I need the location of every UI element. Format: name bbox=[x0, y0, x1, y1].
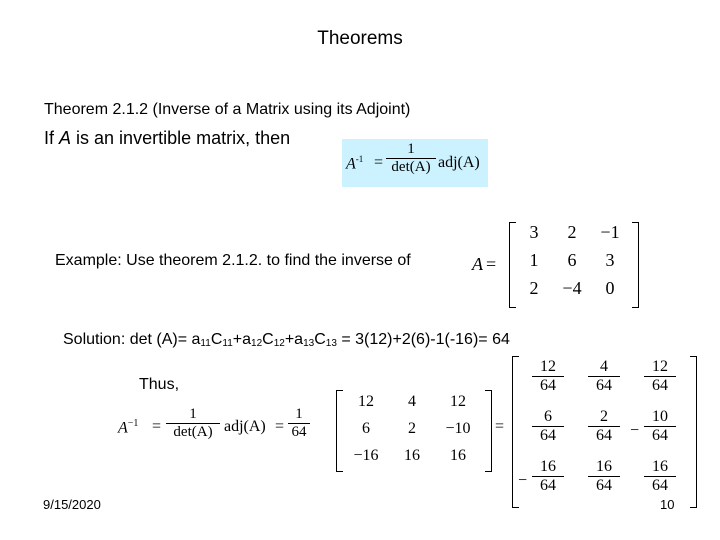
inverse-fraction-2: 1 64 bbox=[288, 406, 310, 441]
fraction: 6 64 bbox=[532, 408, 564, 445]
term-3: a13C13 bbox=[294, 331, 337, 349]
fraction: 16 64 bbox=[644, 458, 676, 495]
sign: − bbox=[630, 422, 640, 439]
matrix-cell: 6 bbox=[362, 420, 370, 437]
term-1: a11C11 bbox=[191, 331, 233, 349]
formula-lhs: A-1 bbox=[346, 154, 364, 173]
numerator: 10 bbox=[652, 408, 668, 425]
solution-prefix: Solution: det (A)= bbox=[63, 331, 192, 348]
numerator: 6 bbox=[544, 408, 552, 425]
inverse-lhs: A−1 bbox=[118, 418, 139, 437]
denominator: 64 bbox=[652, 377, 668, 394]
term-2: a12C12 bbox=[242, 331, 285, 349]
sign: − bbox=[518, 472, 528, 489]
formula-fraction: 1 det(A) bbox=[386, 141, 436, 176]
solution-suffix: = 3(12)+2(6)-1(-16)= 64 bbox=[336, 331, 510, 348]
numerator: 1 bbox=[189, 406, 197, 422]
denominator: det(A) bbox=[173, 424, 213, 440]
numerator: 12 bbox=[540, 358, 556, 375]
fraction: 2 64 bbox=[588, 408, 620, 445]
matrix-cell: 2 bbox=[567, 222, 577, 242]
inverse-adj: adj(A) bbox=[224, 418, 266, 435]
matrix-cell: 3 bbox=[605, 250, 615, 270]
statement-suffix: is an invertible matrix, then bbox=[71, 128, 291, 148]
left-bracket bbox=[336, 390, 343, 472]
matrix-cell: −1 bbox=[600, 222, 620, 242]
fraction: 12 64 bbox=[644, 358, 676, 395]
denominator: 64 bbox=[596, 427, 612, 444]
theorem-heading: Theorem 2.1.2 (Inverse of a Matrix using… bbox=[44, 101, 411, 118]
result-matrix: 12 64 4 64 12 64 6 64 2 64−10 64−16 64 16 64 16 64 bbox=[512, 354, 702, 508]
numerator: 16 bbox=[596, 458, 612, 475]
numerator: 1 bbox=[295, 406, 303, 422]
numerator: 12 bbox=[652, 358, 668, 375]
fraction: 12 64 bbox=[532, 358, 564, 395]
matrix-cell: −4 bbox=[562, 278, 582, 298]
matrix-cell: 2 bbox=[529, 278, 539, 298]
formula-denominator: det(A) bbox=[391, 159, 431, 175]
numerator: 2 bbox=[600, 408, 608, 425]
matrix-cell: 16 bbox=[450, 447, 466, 464]
solution-text: Solution: det (A)= a11C11+a12C12+a13C13 … bbox=[63, 331, 510, 349]
right-bracket bbox=[632, 222, 639, 308]
denominator: 64 bbox=[596, 477, 612, 494]
matrix-cell: 12 bbox=[450, 393, 466, 410]
denominator: 64 bbox=[540, 477, 556, 494]
numerator: 16 bbox=[652, 458, 668, 475]
matrix-cell: −16 bbox=[353, 447, 379, 464]
fraction: 4 64 bbox=[588, 358, 620, 395]
matrix-cell: 3 bbox=[529, 222, 539, 242]
date-label: 9/15/2020 bbox=[43, 497, 101, 512]
theorem-statement: If A is an invertible matrix, then bbox=[44, 128, 290, 149]
matrix-cell: 1 bbox=[529, 250, 539, 270]
right-bracket bbox=[485, 390, 492, 472]
inverse-equals-1: = bbox=[152, 418, 162, 435]
matrix-cell: 4 bbox=[408, 393, 416, 410]
matrix-cell: 6 bbox=[567, 250, 577, 270]
left-bracket bbox=[509, 222, 516, 308]
inverse-formula: A−1 = 1 det(A) adj(A) = 1 64 12 4 12 6 2 −10 −… bbox=[118, 388, 508, 472]
denominator: 64 bbox=[540, 427, 556, 444]
denominator: 64 bbox=[596, 377, 612, 394]
formula-numerator: 1 bbox=[407, 141, 415, 157]
inverse-fraction-1: 1 det(A) bbox=[166, 406, 220, 441]
fraction: 16 64 bbox=[532, 458, 564, 495]
denominator: 64 bbox=[652, 477, 668, 494]
fraction: 16 64 bbox=[588, 458, 620, 495]
matrix-a-equals: = bbox=[486, 254, 497, 274]
example-text: Example: Use theorem 2.1.2. to find the … bbox=[55, 252, 411, 269]
denominator: 64 bbox=[540, 377, 556, 394]
page-number: 10 bbox=[660, 497, 675, 512]
matrix-cell: 0 bbox=[605, 278, 615, 298]
inverse-equals-3: = bbox=[495, 418, 505, 435]
numerator: 4 bbox=[600, 358, 608, 375]
matrix-cell: 12 bbox=[358, 393, 374, 410]
denominator: 64 bbox=[652, 427, 668, 444]
denominator: 64 bbox=[291, 424, 307, 440]
matrix-a-label: A bbox=[472, 254, 483, 274]
inverse-equals-2: = bbox=[275, 418, 285, 435]
statement-prefix: If bbox=[44, 128, 60, 148]
statement-variable: A bbox=[59, 128, 72, 148]
matrix-a: A = 3 2 −1 1 6 3 2 −4 0 bbox=[472, 218, 642, 310]
numerator: 16 bbox=[540, 458, 556, 475]
slide-title: Theorems bbox=[317, 28, 403, 49]
formula-equals: = bbox=[374, 154, 384, 171]
fraction: 10 64 bbox=[644, 408, 676, 445]
matrix-cell: 16 bbox=[404, 447, 420, 464]
theorem-formula: A-1 = 1 det(A) adj(A) bbox=[342, 139, 488, 187]
matrix-cell: 2 bbox=[408, 420, 416, 437]
formula-adj: adj(A) bbox=[438, 154, 480, 171]
matrix-cell: −10 bbox=[445, 420, 471, 437]
right-bracket bbox=[690, 356, 697, 508]
